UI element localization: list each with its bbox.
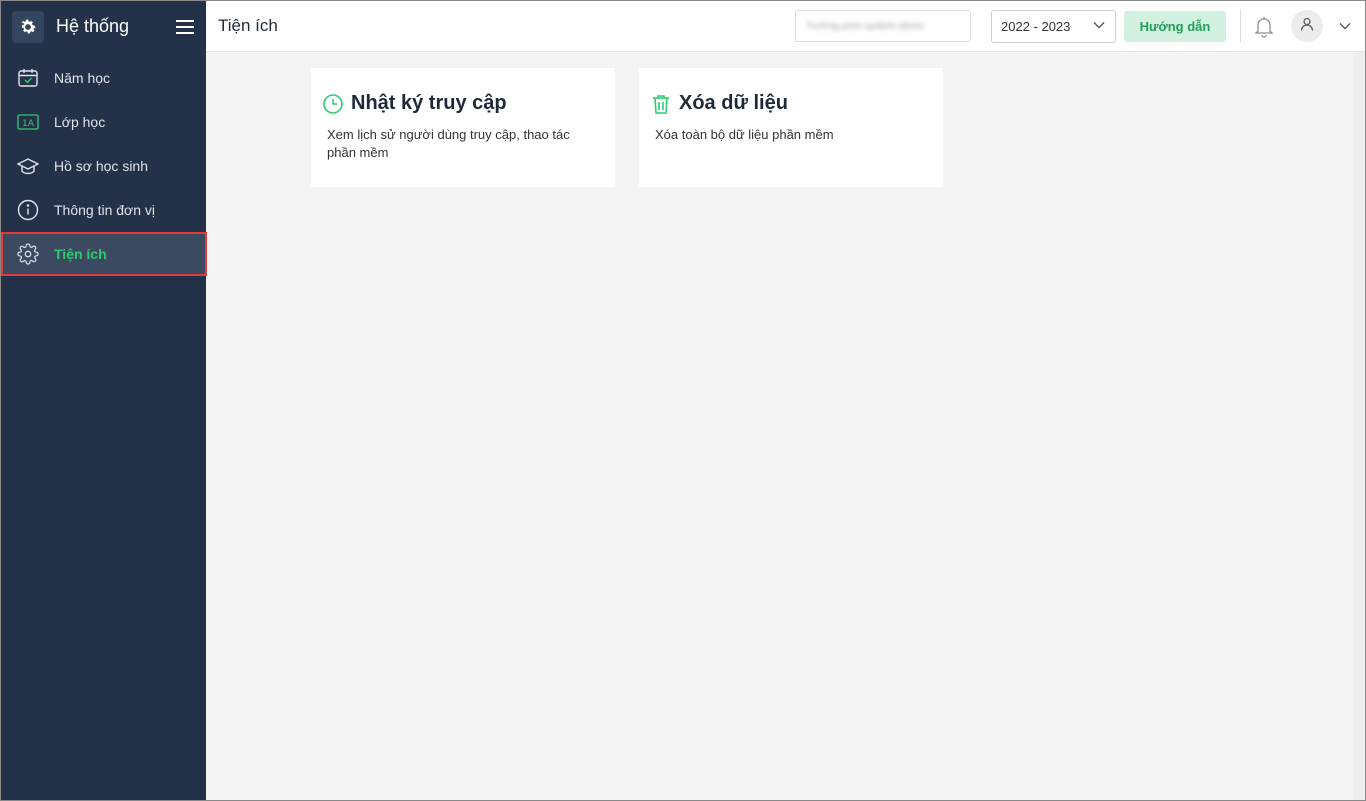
avatar[interactable] bbox=[1291, 10, 1323, 42]
gear-icon bbox=[17, 243, 39, 265]
card-delete-data[interactable]: Xóa dữ liệu Xóa toàn bộ dữ liệu phần mềm bbox=[639, 68, 943, 187]
user-menu-chevron-down-icon[interactable] bbox=[1337, 18, 1353, 34]
page-title: Tiện ích bbox=[218, 16, 278, 35]
school-year-value: 2022 - 2023 bbox=[1001, 18, 1071, 34]
sidebar-item-label: Tiện ích bbox=[54, 246, 107, 262]
card-title: Xóa dữ liệu bbox=[650, 92, 927, 115]
sidebar-item-thong-tin-don-vi[interactable]: Thông tin đơn vị bbox=[1, 188, 206, 232]
user-icon bbox=[1299, 16, 1315, 37]
school-name-box[interactable]: Trường prim system demo bbox=[795, 10, 971, 42]
sidebar-item-lop-hoc[interactable]: 1A Lớp học bbox=[1, 100, 206, 144]
calendar-check-icon bbox=[17, 67, 39, 89]
sidebar-item-nam-hoc[interactable]: Năm học bbox=[1, 56, 206, 100]
guide-button[interactable]: Hướng dẫn bbox=[1124, 10, 1226, 42]
card-title-text: Xóa dữ liệu bbox=[679, 92, 788, 114]
school-name-text: Trường prim system demo bbox=[806, 20, 924, 32]
sidebar-item-ho-so-hoc-sinh[interactable]: Hồ sơ học sinh bbox=[1, 144, 206, 188]
sidebar: Hệ thống Năm học 1A Lớp học Hồ sơ học si… bbox=[1, 1, 207, 800]
card-title: Nhật ký truy cập bbox=[322, 92, 599, 115]
card-title-text: Nhật ký truy cập bbox=[351, 92, 507, 114]
info-icon bbox=[17, 199, 39, 221]
school-year-select[interactable]: 2022 - 2023 bbox=[991, 9, 1116, 43]
main-content: Nhật ký truy cập Xem lịch sử người dùng … bbox=[206, 52, 1365, 800]
clock-icon bbox=[322, 93, 344, 115]
trash-icon bbox=[650, 93, 672, 115]
card-description: Xem lịch sử người dùng truy cập, thao tá… bbox=[327, 127, 570, 160]
system-gear-logo-icon bbox=[12, 10, 44, 43]
bell-icon[interactable] bbox=[1251, 13, 1277, 39]
topbar-divider bbox=[1240, 9, 1241, 43]
topbar: Tiện ích Trường prim system demo 2022 - … bbox=[206, 1, 1365, 52]
card-description: Xóa toàn bộ dữ liệu phần mềm bbox=[655, 127, 834, 142]
sidebar-item-tien-ich[interactable]: Tiện ích bbox=[1, 232, 207, 276]
class-1a-icon: 1A bbox=[17, 111, 39, 133]
class-badge-text: 1A bbox=[22, 119, 35, 129]
chevron-down-icon bbox=[1092, 18, 1106, 35]
sidebar-item-label: Thông tin đơn vị bbox=[54, 202, 156, 218]
sidebar-item-label: Lớp học bbox=[54, 114, 106, 130]
sidebar-title: Hệ thống bbox=[56, 16, 130, 36]
sidebar-item-label: Năm học bbox=[54, 70, 111, 86]
card-access-log[interactable]: Nhật ký truy cập Xem lịch sử người dùng … bbox=[311, 68, 615, 187]
graduation-cap-icon bbox=[17, 155, 39, 177]
sidebar-item-label: Hồ sơ học sinh bbox=[54, 158, 149, 174]
hamburger-menu-icon[interactable] bbox=[174, 16, 196, 38]
sidebar-nav: Năm học 1A Lớp học Hồ sơ học sinh Thông … bbox=[1, 56, 207, 276]
scrollbar[interactable] bbox=[1353, 52, 1365, 800]
sidebar-header: Hệ thống bbox=[1, 1, 206, 52]
